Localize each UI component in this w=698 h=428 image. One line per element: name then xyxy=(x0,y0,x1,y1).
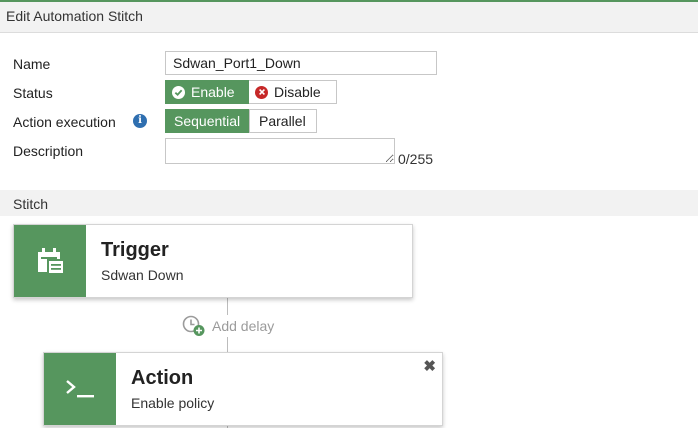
status-label: Status xyxy=(13,85,53,101)
calendar-icon xyxy=(38,248,65,275)
trigger-icon-panel xyxy=(14,225,86,297)
close-icon[interactable]: ✖ xyxy=(423,357,436,375)
clock-add-icon xyxy=(182,315,205,336)
status-disable-button[interactable]: Disable xyxy=(249,80,337,104)
description-input[interactable] xyxy=(165,138,395,164)
description-label: Description xyxy=(13,143,84,159)
dialog-title: Edit Automation Stitch xyxy=(6,8,143,24)
stitch-section-title: Stitch xyxy=(13,196,49,212)
action-execution-label: Action execution xyxy=(13,114,116,130)
name-label: Name xyxy=(13,56,51,72)
terminal-icon xyxy=(66,380,94,398)
action-subtitle: Enable policy xyxy=(131,395,215,411)
action-icon-panel xyxy=(44,353,116,425)
action-card[interactable]: Action Enable policy ✖ xyxy=(43,352,443,426)
trigger-card[interactable]: Trigger Sdwan Down xyxy=(13,224,413,298)
stitch-section-header: Stitch xyxy=(0,190,698,216)
trigger-subtitle: Sdwan Down xyxy=(101,267,184,283)
trigger-title: Trigger xyxy=(101,239,169,261)
dialog-header: Edit Automation Stitch xyxy=(0,2,698,33)
check-circle-icon xyxy=(172,85,185,99)
action-title: Action xyxy=(131,367,194,389)
sequential-button[interactable]: Sequential xyxy=(165,109,250,133)
name-input[interactable] xyxy=(165,51,437,75)
status-enable-label: Enable xyxy=(191,84,235,100)
add-delay-label: Add delay xyxy=(212,318,275,334)
x-circle-icon xyxy=(255,85,268,99)
parallel-label: Parallel xyxy=(259,113,306,129)
parallel-button[interactable]: Parallel xyxy=(249,109,317,133)
connector-line xyxy=(227,296,228,316)
info-icon[interactable]: i xyxy=(133,114,147,128)
description-counter: 0/255 xyxy=(398,151,434,167)
sequential-label: Sequential xyxy=(174,113,241,129)
status-disable-label: Disable xyxy=(274,84,321,100)
status-enable-button[interactable]: Enable xyxy=(165,80,249,104)
add-delay-button[interactable]: Add delay xyxy=(182,315,277,337)
